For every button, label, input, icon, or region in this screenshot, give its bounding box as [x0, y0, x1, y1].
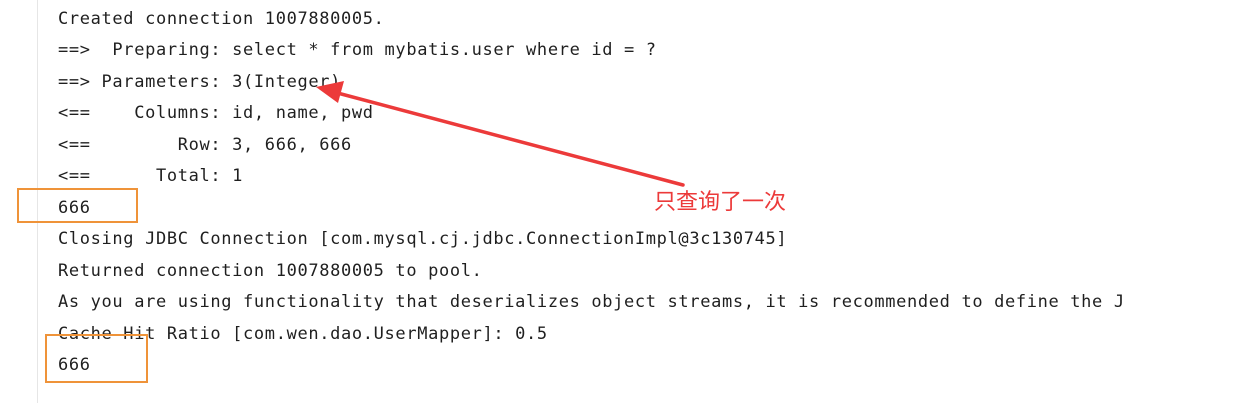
console-line-preparing: ==> Preparing: select * from mybatis.use… — [58, 40, 657, 60]
console-line-row: <== Row: 3, 666, 666 — [58, 135, 352, 155]
console-line-warning: As you are using functionality that dese… — [58, 292, 1125, 312]
highlight-box-second-result — [45, 334, 148, 383]
console-line-columns: <== Columns: id, name, pwd — [58, 103, 374, 123]
annotation-label: 只查询了一次 — [654, 190, 787, 215]
highlight-box-first-result — [17, 188, 138, 223]
console-line-total: <== Total: 1 — [58, 166, 244, 186]
console-line-parameters: ==> Parameters: 3(Integer) — [58, 72, 342, 92]
console-line-closing-jdbc: Closing JDBC Connection [com.mysql.cj.jd… — [58, 229, 788, 249]
console-output: Created connection 1007880005. ==> Prepa… — [0, 0, 1234, 403]
console-line-created-connection: Created connection 1007880005. — [58, 9, 385, 29]
console-line-returned: Returned connection 1007880005 to pool. — [58, 261, 483, 281]
